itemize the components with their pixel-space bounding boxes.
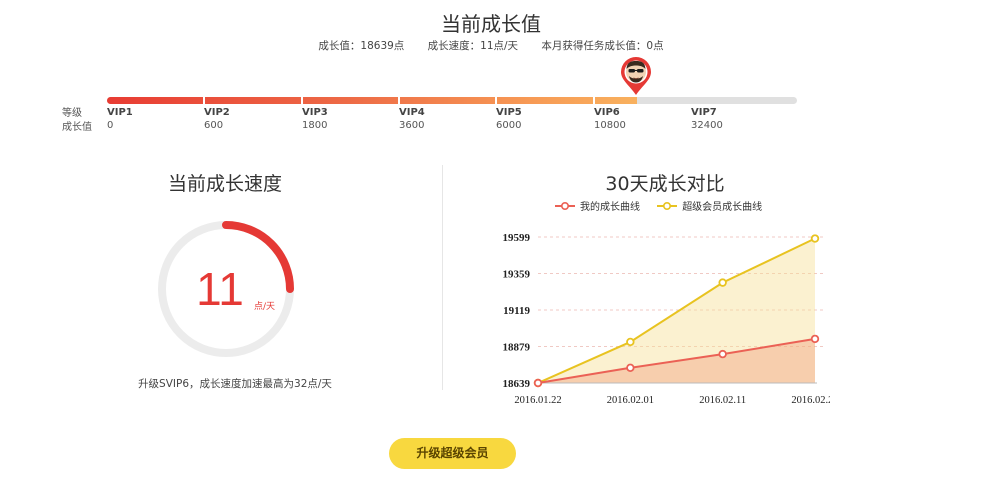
map-pin-icon — [621, 57, 651, 95]
legend-item-svip: 超级会员成长曲线 — [657, 198, 762, 213]
level-name: VIP6 — [594, 107, 620, 118]
level-name: VIP5 — [496, 107, 522, 118]
x-tick-label: 2016.01.22 — [514, 395, 561, 406]
x-tick-label: 2016.02.01 — [607, 395, 654, 406]
chart-title: 30天成长对比 — [605, 173, 725, 195]
level-name: VIP4 — [399, 107, 425, 118]
level-name: VIP7 — [691, 107, 717, 118]
data-point — [810, 234, 820, 243]
chart-legend: 我的成长曲线 超级会员成长曲线 — [555, 198, 776, 214]
level-tick — [203, 97, 205, 104]
upgrade-svip-button[interactable]: 升级超级会员 — [389, 438, 516, 469]
y-tick-label: 19359 — [503, 269, 531, 281]
speed-section-title: 当前成长速度 — [167, 173, 282, 195]
level-threshold: 3600 — [399, 120, 425, 131]
level-name: VIP2 — [204, 107, 230, 118]
monthly-task-stat: 本月获得任务成长值：0点 — [541, 40, 664, 52]
growth-comparison-chart: 18639 18879 19119 19359 19599 2016.01.22 2016.… — [503, 232, 831, 406]
legend-item-mine: 我的成长曲线 — [555, 198, 640, 213]
x-tick-label: 2016.02.11 — [699, 395, 746, 406]
data-point — [626, 363, 635, 372]
data-point — [810, 334, 820, 344]
level-threshold: 600 — [204, 120, 224, 131]
section-divider — [442, 165, 443, 390]
level-label: 等级 — [62, 108, 82, 119]
data-point — [718, 278, 727, 287]
level-threshold: 32400 — [691, 120, 723, 131]
level-threshold: 10800 — [594, 120, 626, 131]
level-tick — [593, 97, 595, 104]
y-tick-label: 18639 — [503, 378, 531, 390]
y-tick-label: 18879 — [503, 342, 531, 354]
level-tick — [398, 97, 400, 104]
speed-unit: 点/天 — [254, 302, 276, 312]
data-point — [533, 378, 543, 388]
speed-value: 11 — [196, 263, 244, 315]
legend-label-mine: 我的成长曲线 — [580, 202, 640, 213]
legend-label-svip: 超级会员成长曲线 — [682, 202, 763, 213]
speed-upgrade-note: 升级SVIP6，成长速度加速最高为32点/天 — [138, 378, 332, 390]
level-name: VIP3 — [302, 107, 328, 118]
data-point — [626, 337, 635, 347]
growth-speed-stat: 成长速度：11点/天 — [427, 40, 519, 52]
level-row-label: 等级 成长值 — [62, 107, 92, 135]
legend-marker-svip — [657, 201, 678, 210]
level-name: VIP1 — [107, 107, 133, 118]
legend-marker-mine — [555, 201, 575, 210]
level-tick — [301, 97, 303, 104]
page-title: 当前成长值 — [441, 12, 541, 36]
level-tick — [495, 97, 497, 104]
level-threshold: 0 — [107, 120, 114, 131]
growth-label: 成长值 — [62, 122, 92, 133]
y-tick-label: 19119 — [503, 305, 530, 317]
growth-value-stat: 成长值：18639点 — [318, 40, 405, 52]
level-threshold: 1800 — [302, 120, 328, 131]
y-tick-label: 19599 — [503, 232, 531, 244]
growth-stats: 成长值：18639点 成长速度：11点/天 本月获得任务成长值：0点 — [0, 38, 982, 53]
user-avatar-marker — [618, 56, 654, 96]
data-point — [718, 349, 727, 359]
level-progress-fill — [107, 97, 637, 104]
x-tick-label: 2016.02.21 — [791, 395, 830, 406]
level-threshold: 6000 — [496, 120, 522, 131]
